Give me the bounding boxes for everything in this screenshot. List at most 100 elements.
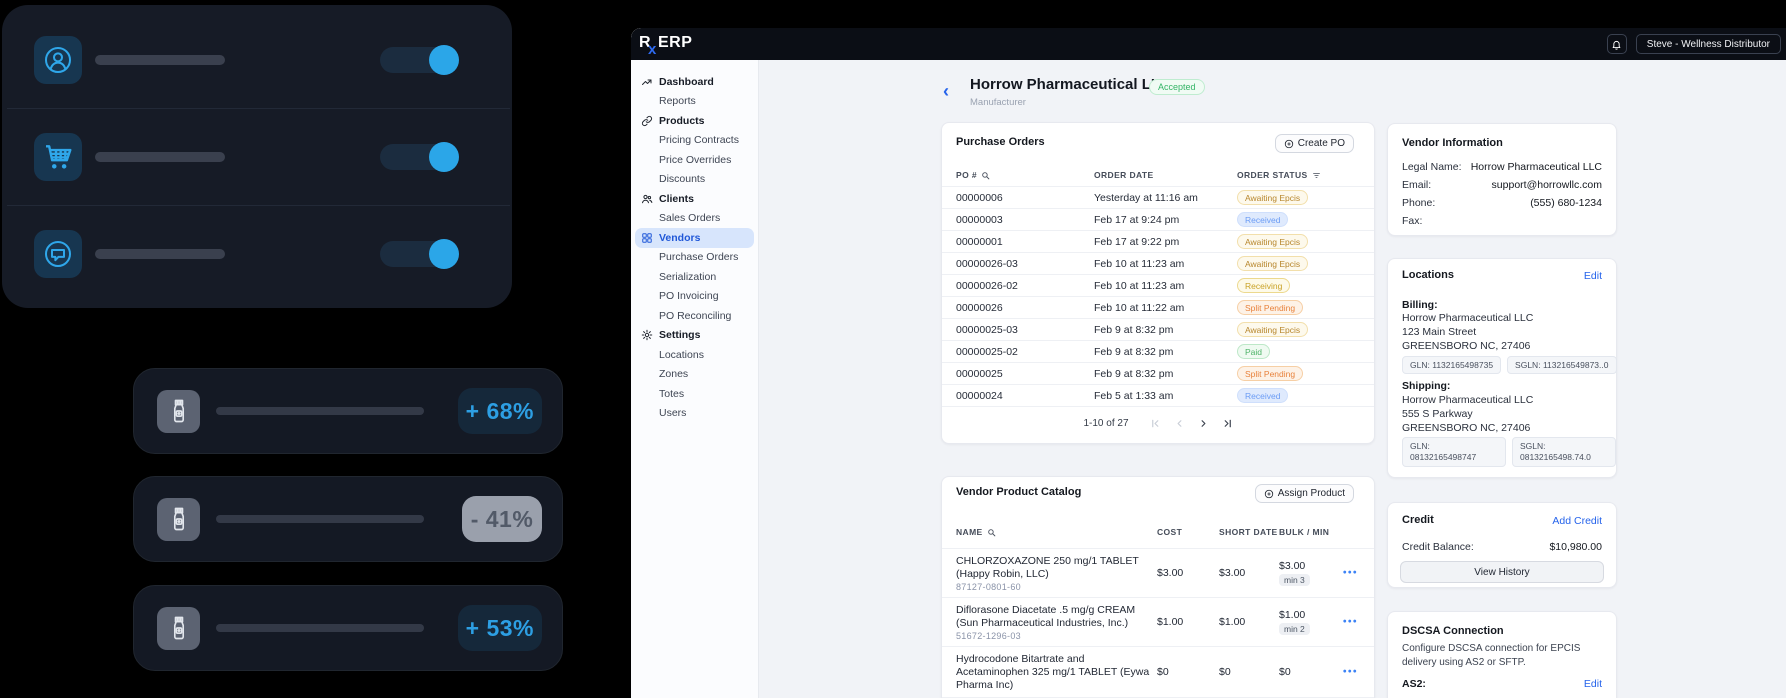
order-status-pill: Receiving [1237, 278, 1291, 293]
sidebar-item-reports[interactable]: Reports [631, 92, 758, 112]
sidebar-item-po-reconciling[interactable]: PO Reconciling [631, 306, 758, 326]
order-date: Feb 5 at 1:33 am [1094, 390, 1174, 402]
vendor-information-title: Vendor Information [1402, 137, 1503, 149]
user-menu-button[interactable]: Steve - Wellness Distributor [1635, 34, 1781, 54]
gln-badge: GLN: 08132165498747 [1402, 437, 1506, 467]
sidebar-item-clients[interactable]: Clients [631, 189, 758, 209]
po-table-row[interactable]: 00000001 Feb 17 at 9:22 pm Awaiting Epcis [942, 231, 1374, 253]
bulk-min-column-header[interactable]: BULK / MIN [1279, 524, 1329, 540]
shipping-line: GREENSBORO NC, 27406 [1402, 422, 1531, 434]
catalog-table-row[interactable]: Diflorasone Diacetate .5 mg/g CREAM (Sun… [942, 598, 1374, 647]
placeholder-bar [95, 248, 225, 259]
toggle-switch[interactable] [380, 141, 459, 172]
billing-line: Horrow Pharmaceutical LLC [1402, 312, 1534, 324]
billing-line: GREENSBORO NC, 27406 [1402, 340, 1531, 352]
cost-column-header[interactable]: COST [1157, 524, 1182, 540]
email-row: Email: support@horrowllc.com [1402, 179, 1602, 192]
cost-column-label: COST [1157, 527, 1183, 537]
order-status-pill: Awaiting Epcis [1237, 234, 1309, 249]
po-table-row[interactable]: 00000024 Feb 5 at 1:33 am Received [942, 385, 1374, 407]
row-menu-icon[interactable]: ••• [1343, 617, 1358, 628]
short-date-column-header[interactable]: SHORT DATE [1219, 524, 1278, 540]
order-status-column-header[interactable]: ORDER STATUS [1237, 167, 1321, 183]
po-number-column-header[interactable]: PO # [956, 167, 990, 183]
catalog-table-row[interactable]: Hydrocodone Bitartrate and Acetaminophen… [942, 647, 1374, 698]
cart-tile [34, 132, 82, 181]
min-quantity-chip: min 2 [1279, 623, 1310, 635]
topbar-right: Steve - Wellness Distributor [1606, 34, 1781, 54]
sidebar-item-pricing-contracts[interactable]: Pricing Contracts [631, 131, 758, 151]
po-table-row[interactable]: 00000025 Feb 9 at 8:32 pm Split Pending [942, 363, 1374, 385]
stat-card: + 68% [133, 368, 563, 454]
credit-balance-label: Credit Balance: [1402, 541, 1474, 553]
po-table-row[interactable]: 00000006 Yesterday at 11:16 am Awaiting Ep… [942, 187, 1374, 209]
po-table-row[interactable]: 00000026-02 Feb 10 at 11:23 am Receiving [942, 275, 1374, 297]
po-table-row[interactable]: 00000025-02 Feb 9 at 8:32 pm Paid [942, 341, 1374, 363]
sidebar-item-label: Settings [659, 329, 701, 342]
first-page-icon[interactable] [1150, 418, 1161, 429]
toggle-switch[interactable] [380, 238, 459, 269]
product-ndc: 51672-1296-03 [956, 631, 1021, 641]
short-date-column-label: SHORT DATE [1219, 527, 1278, 537]
gln-label: GLN: [1410, 441, 1430, 451]
row-menu-icon[interactable]: ••• [1343, 568, 1358, 579]
order-date: Feb 9 at 8:32 pm [1094, 368, 1174, 380]
phone-value: (555) 680-1234 [1530, 197, 1602, 209]
assign-product-button[interactable]: Assign Product [1254, 484, 1354, 503]
search-icon[interactable] [987, 528, 996, 537]
search-icon[interactable] [981, 171, 990, 180]
add-credit-link[interactable]: Add Credit [1552, 515, 1602, 527]
stat-card: - 41% [133, 476, 563, 562]
toggle-row [2, 205, 512, 302]
medicine-bottle-icon [165, 397, 193, 425]
po-table-row[interactable]: 00000026-03 Feb 10 at 11:23 am Awaiting Ep… [942, 253, 1374, 275]
assign-product-label: Assign Product [1277, 488, 1345, 499]
po-table-row[interactable]: 00000025-03 Feb 9 at 8:32 pm Awaiting Epci… [942, 319, 1374, 341]
name-column-header[interactable]: NAME [956, 524, 996, 540]
sidebar-item-serialization[interactable]: Serialization [631, 267, 758, 287]
sidebar-item-locations[interactable]: Locations [631, 345, 758, 365]
last-page-icon[interactable] [1222, 418, 1233, 429]
toggle-knob [429, 44, 459, 75]
product-name: Hydrocodone Bitartrate and Acetaminophen… [956, 653, 1150, 691]
filter-icon[interactable] [1312, 171, 1321, 180]
app-window: R x ERP Steve - Wellness Distributor Das… [631, 28, 1786, 698]
catalog-table-row[interactable]: CHLORZOXAZONE 250 mg/1 TABLET (Happy Rob… [942, 549, 1374, 598]
previous-page-icon[interactable] [1174, 418, 1185, 429]
order-date-column-header[interactable]: ORDER DATE [1094, 167, 1154, 183]
as2-edit-link[interactable]: Edit [1584, 678, 1602, 690]
shipping-line: 555 S Parkway [1402, 408, 1473, 420]
sidebar-item-products[interactable]: Products [631, 111, 758, 131]
sidebar-item-sales-orders[interactable]: Sales Orders [631, 209, 758, 229]
sidebar-item-discounts[interactable]: Discounts [631, 170, 758, 190]
sidebar-item-users[interactable]: Users [631, 404, 758, 424]
view-history-button[interactable]: View History [1400, 561, 1604, 583]
po-number: 00000025 [956, 368, 1003, 380]
percent-delta-badge: + 53% [457, 605, 542, 651]
product-cost: $1.00 [1157, 616, 1184, 628]
po-table-row[interactable]: 00000003 Feb 17 at 9:24 pm Received [942, 209, 1374, 231]
status-badge: Accepted [1149, 79, 1205, 95]
toggle-switch[interactable] [380, 44, 459, 75]
screenshot-canvas: + 68% - 41% + 53% R x ERP Steve - Wellness… [0, 0, 1786, 698]
back-button[interactable]: ‹ [943, 82, 949, 100]
sidebar-item-zones[interactable]: Zones [631, 365, 758, 385]
locations-edit-link[interactable]: Edit [1584, 270, 1602, 282]
sidebar-item-po-invoicing[interactable]: PO Invoicing [631, 287, 758, 307]
create-po-button[interactable]: Create PO [1274, 134, 1354, 153]
sidebar-item-settings[interactable]: Settings [631, 326, 758, 346]
email-value: support@horrowllc.com [1491, 179, 1602, 191]
order-date-column-label: ORDER DATE [1094, 170, 1154, 180]
sidebar-item-dashboard[interactable]: Dashboard [631, 72, 758, 92]
sidebar-item-totes[interactable]: Totes [631, 384, 758, 404]
sidebar-item-price-overrides[interactable]: Price Overrides [631, 150, 758, 170]
sidebar-item-vendors[interactable]: Vendors [635, 228, 754, 248]
order-status-pill: Split Pending [1237, 366, 1304, 381]
po-table-row[interactable]: 00000026 Feb 10 at 11:22 am Split Pending [942, 297, 1374, 319]
purchase-orders-card: Purchase Orders Create PO PO # ORDER DAT… [941, 122, 1375, 444]
bulk-min-column-label: BULK / MIN [1279, 527, 1330, 537]
next-page-icon[interactable] [1198, 418, 1209, 429]
row-menu-icon[interactable]: ••• [1343, 667, 1358, 678]
notifications-button[interactable] [1606, 34, 1627, 54]
sidebar-item-purchase-orders[interactable]: Purchase Orders [631, 248, 758, 268]
